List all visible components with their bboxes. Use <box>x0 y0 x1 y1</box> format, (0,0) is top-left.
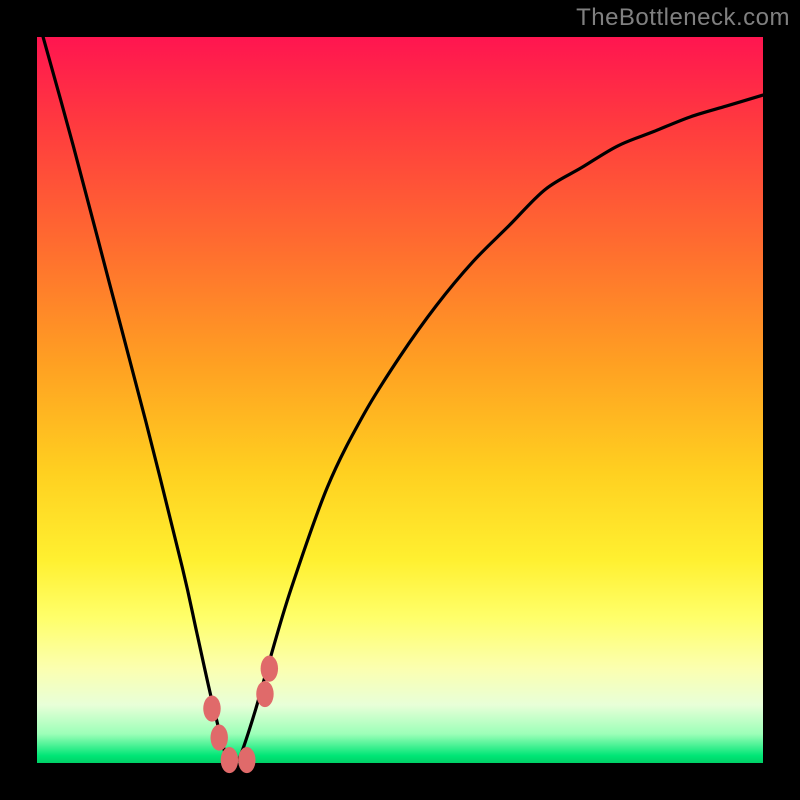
curve-layer <box>37 37 763 763</box>
watermark-text: TheBottleneck.com <box>576 4 790 32</box>
bottleneck-curve <box>37 15 763 764</box>
chart-frame: TheBottleneck.com <box>0 0 800 800</box>
plot-area <box>37 37 763 763</box>
data-marker <box>221 747 238 773</box>
data-marker <box>238 747 255 773</box>
marker-group <box>203 656 278 774</box>
data-marker <box>256 681 273 707</box>
data-marker <box>261 656 278 682</box>
data-marker <box>211 725 228 751</box>
data-marker <box>203 695 220 721</box>
